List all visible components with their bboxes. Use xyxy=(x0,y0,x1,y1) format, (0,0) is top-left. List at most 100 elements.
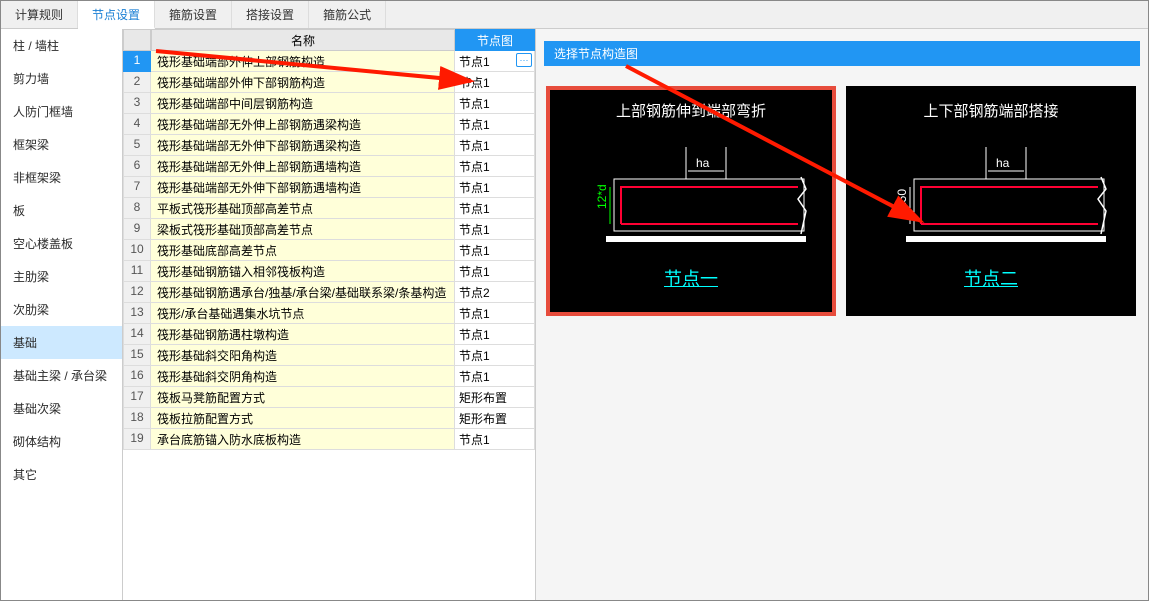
row-diagram-value[interactable]: 矩形布置 xyxy=(455,408,535,429)
sidebar-item-4[interactable]: 非框架梁 xyxy=(1,161,122,194)
table-row[interactable]: 12筏形基础钢筋遇承台/独基/承台梁/基础联系梁/条基构造节点2 xyxy=(123,282,535,303)
table-row[interactable]: 18筏板拉筋配置方式矩形布置 xyxy=(123,408,535,429)
row-number: 3 xyxy=(123,93,151,114)
row-name: 筏形基础斜交阳角构造 xyxy=(151,345,455,366)
diagram-link[interactable]: 节点二 xyxy=(846,265,1136,291)
row-diagram-value[interactable]: 节点1 xyxy=(455,135,535,156)
sidebar-item-13[interactable]: 其它 xyxy=(1,458,122,491)
svg-text:ha: ha xyxy=(996,156,1010,170)
table-row[interactable]: 19承台底筋锚入防水底板构造节点1 xyxy=(123,429,535,450)
table-row[interactable]: 5筏形基础端部无外伸下部钢筋遇梁构造节点1 xyxy=(123,135,535,156)
sidebar-item-12[interactable]: 砌体结构 xyxy=(1,425,122,458)
table-row[interactable]: 10筏形基础底部高差节点节点1 xyxy=(123,240,535,261)
row-name: 筏形基础端部中间层钢筋构造 xyxy=(151,93,455,114)
row-number: 4 xyxy=(123,114,151,135)
row-number: 7 xyxy=(123,177,151,198)
table-row[interactable]: 17筏板马凳筋配置方式矩形布置 xyxy=(123,387,535,408)
row-name: 筏形基础钢筋遇承台/独基/承台梁/基础联系梁/条基构造 xyxy=(151,282,455,303)
col-diagram[interactable]: 节点图 xyxy=(455,29,535,51)
tab-stirrup-settings[interactable]: 箍筋设置 xyxy=(155,1,232,28)
diagram-picker-button[interactable]: ··· xyxy=(516,53,532,67)
row-diagram-value[interactable]: 节点1 xyxy=(455,303,535,324)
row-name: 筏形基础端部无外伸上部钢筋遇梁构造 xyxy=(151,114,455,135)
diagram-title: 上下部钢筋端部搭接 xyxy=(846,86,1136,139)
row-diagram-value[interactable]: 节点1 xyxy=(455,324,535,345)
svg-text:ha: ha xyxy=(696,156,710,170)
diagram-link[interactable]: 节点一 xyxy=(546,265,836,291)
row-name: 筏形基础端部外伸下部钢筋构造 xyxy=(151,72,455,93)
row-number: 17 xyxy=(123,387,151,408)
sidebar-item-6[interactable]: 空心楼盖板 xyxy=(1,227,122,260)
diagram-title: 上部钢筋伸到端部弯折 xyxy=(546,86,836,139)
category-sidebar: 柱 / 墙柱剪力墙人防门框墙框架梁非框架梁板空心楼盖板主肋梁次肋梁基础基础主梁 … xyxy=(1,29,123,600)
row-diagram-value[interactable]: 节点1 xyxy=(455,156,535,177)
row-diagram-value[interactable]: 节点1 xyxy=(455,219,535,240)
row-diagram-value[interactable]: 节点1 xyxy=(455,261,535,282)
row-diagram-value[interactable]: 节点1 xyxy=(455,198,535,219)
table-row[interactable]: 11筏形基础钢筋锚入相邻筏板构造节点1 xyxy=(123,261,535,282)
row-name: 筏板拉筋配置方式 xyxy=(151,408,455,429)
row-name: 筏形基础斜交阴角构造 xyxy=(151,366,455,387)
sidebar-item-0[interactable]: 柱 / 墙柱 xyxy=(1,29,122,62)
tab-stirrup-formula[interactable]: 箍筋公式 xyxy=(309,1,386,28)
sidebar-item-9[interactable]: 基础 xyxy=(1,326,122,359)
tab-lap-settings[interactable]: 搭接设置 xyxy=(232,1,309,28)
diagram-card-1[interactable]: 上下部钢筋端部搭接ha150 节点二 xyxy=(846,86,1136,316)
row-name: 筏板马凳筋配置方式 xyxy=(151,387,455,408)
row-number: 11 xyxy=(123,261,151,282)
row-diagram-value[interactable]: 矩形布置 xyxy=(455,387,535,408)
row-number: 8 xyxy=(123,198,151,219)
diagram-svg: ha150 xyxy=(866,139,1116,259)
row-diagram-value[interactable]: 节点1 xyxy=(455,366,535,387)
row-diagram-value[interactable]: 节点1 xyxy=(455,114,535,135)
sidebar-item-10[interactable]: 基础主梁 / 承台梁 xyxy=(1,359,122,392)
sidebar-item-11[interactable]: 基础次梁 xyxy=(1,392,122,425)
row-number: 19 xyxy=(123,429,151,450)
row-diagram-value[interactable]: 节点1 xyxy=(455,345,535,366)
tab-calc-rules[interactable]: 计算规则 xyxy=(1,1,78,28)
row-diagram-value[interactable]: 节点1 xyxy=(455,240,535,261)
row-diagram-value[interactable]: 节点2 xyxy=(455,282,535,303)
table-row[interactable]: 9梁板式筏形基础顶部高差节点节点1 xyxy=(123,219,535,240)
table-row[interactable]: 4筏形基础端部无外伸上部钢筋遇梁构造节点1 xyxy=(123,114,535,135)
row-number: 15 xyxy=(123,345,151,366)
col-name: 名称 xyxy=(151,29,455,51)
row-number: 1 xyxy=(123,51,151,72)
sidebar-item-1[interactable]: 剪力墙 xyxy=(1,62,122,95)
table-row[interactable]: 3筏形基础端部中间层钢筋构造节点1 xyxy=(123,93,535,114)
table-row[interactable]: 13筏形/承台基础遇集水坑节点节点1 xyxy=(123,303,535,324)
row-name: 筏形基础端部无外伸下部钢筋遇梁构造 xyxy=(151,135,455,156)
row-diagram-value[interactable]: 节点1 xyxy=(455,93,535,114)
row-name: 筏形基础钢筋遇柱墩构造 xyxy=(151,324,455,345)
table-row[interactable]: 6筏形基础端部无外伸上部钢筋遇墙构造节点1 xyxy=(123,156,535,177)
table-row[interactable]: 14筏形基础钢筋遇柱墩构造节点1 xyxy=(123,324,535,345)
row-diagram-value[interactable]: 节点1 xyxy=(455,177,535,198)
table-row[interactable]: 1筏形基础端部外伸上部钢筋构造节点1··· xyxy=(123,51,535,72)
row-number: 13 xyxy=(123,303,151,324)
row-name: 平板式筏形基础顶部高差节点 xyxy=(151,198,455,219)
sidebar-item-5[interactable]: 板 xyxy=(1,194,122,227)
diagram-card-0[interactable]: 上部钢筋伸到端部弯折ha12*d 节点一 xyxy=(546,86,836,316)
table-row[interactable]: 16筏形基础斜交阴角构造节点1 xyxy=(123,366,535,387)
row-diagram-value[interactable]: 节点1 xyxy=(455,72,535,93)
sidebar-item-3[interactable]: 框架梁 xyxy=(1,128,122,161)
detail-panel: 选择节点构造图 上部钢筋伸到端部弯折ha12*d节点一上下部钢筋端部搭接ha15… xyxy=(536,29,1148,600)
sidebar-item-8[interactable]: 次肋梁 xyxy=(1,293,122,326)
tab-node-settings[interactable]: 节点设置 xyxy=(78,1,155,29)
sidebar-item-7[interactable]: 主肋梁 xyxy=(1,260,122,293)
table-row[interactable]: 2筏形基础端部外伸下部钢筋构造节点1 xyxy=(123,72,535,93)
row-number: 12 xyxy=(123,282,151,303)
diagram-svg: ha12*d xyxy=(566,139,816,259)
row-number: 10 xyxy=(123,240,151,261)
row-name: 筏形基础底部高差节点 xyxy=(151,240,455,261)
row-diagram-value[interactable]: 节点1 xyxy=(455,429,535,450)
table-row[interactable]: 7筏形基础端部无外伸下部钢筋遇墙构造节点1 xyxy=(123,177,535,198)
tabbar: 计算规则 节点设置 箍筋设置 搭接设置 箍筋公式 xyxy=(1,1,1148,29)
row-diagram-value[interactable]: 节点1··· xyxy=(455,51,535,72)
sidebar-item-2[interactable]: 人防门框墙 xyxy=(1,95,122,128)
table-row[interactable]: 8平板式筏形基础顶部高差节点节点1 xyxy=(123,198,535,219)
table-row[interactable]: 15筏形基础斜交阳角构造节点1 xyxy=(123,345,535,366)
row-name: 筏形/承台基础遇集水坑节点 xyxy=(151,303,455,324)
row-name: 筏形基础端部无外伸下部钢筋遇墙构造 xyxy=(151,177,455,198)
row-name: 梁板式筏形基础顶部高差节点 xyxy=(151,219,455,240)
